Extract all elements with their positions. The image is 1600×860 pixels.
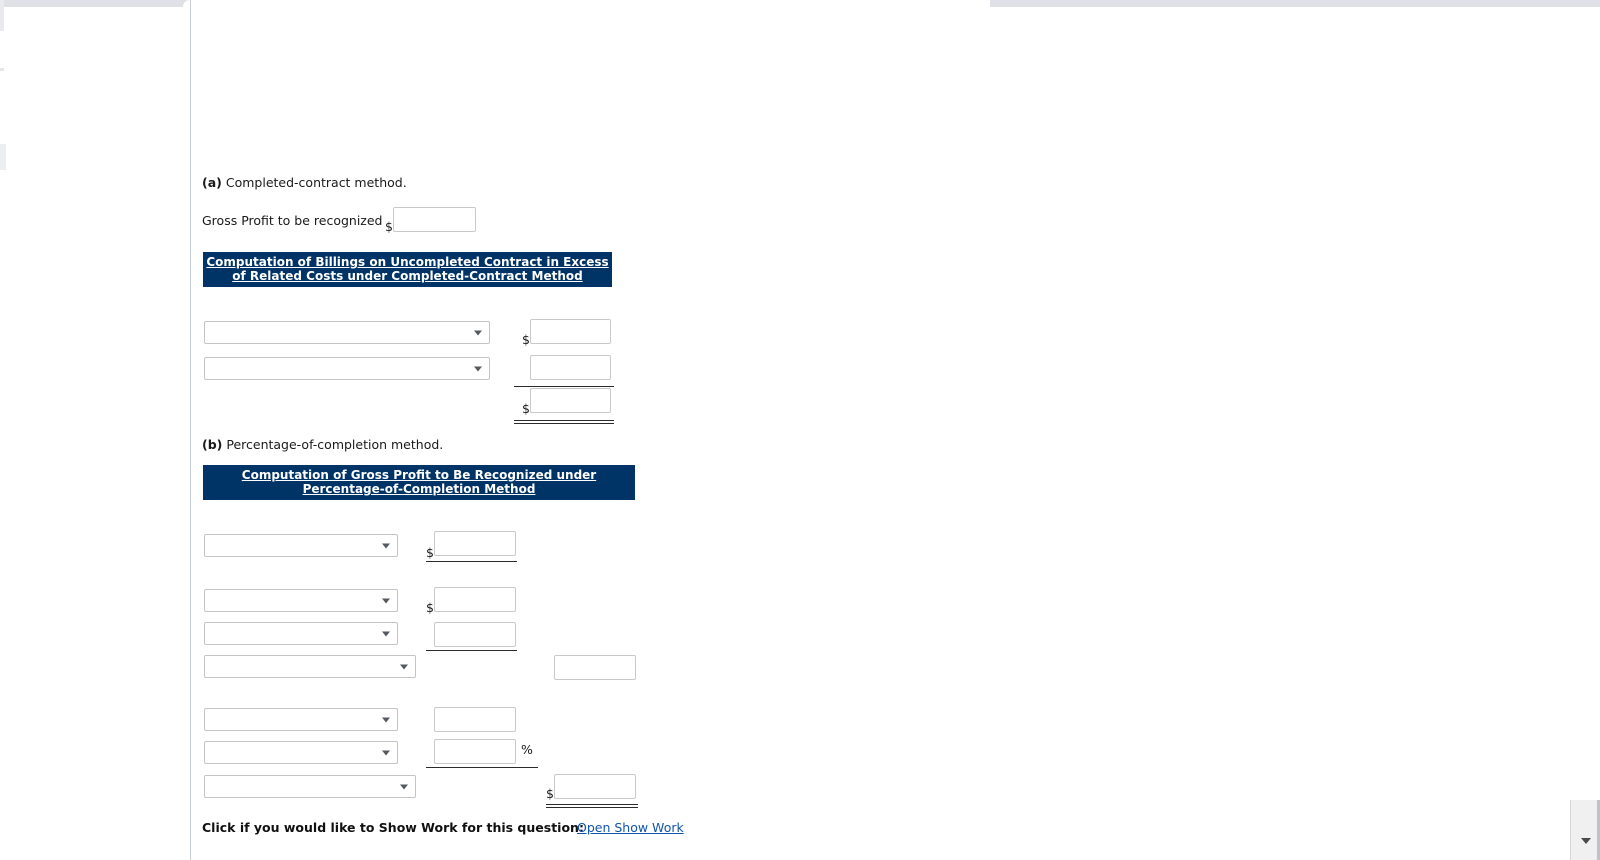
gross-profit-label: Gross Profit to be recognized (202, 213, 383, 228)
show-work-label: Click if you would like to Show Work for… (202, 820, 584, 835)
table-b-row-0-rule (426, 561, 517, 562)
table-b-row-3-amount[interactable] (554, 655, 636, 680)
table-b-row-1-currency: $ (426, 600, 434, 615)
table-b-row-4-select[interactable] (204, 708, 398, 731)
table-b-row-5-percent-symbol: % (521, 742, 533, 757)
browser-tab-strip-left-fill (0, 0, 183, 5)
table-b-row-2-rule (426, 650, 517, 651)
table-a-row-0-select[interactable] (204, 321, 490, 344)
table-b-row-5-select[interactable] (204, 741, 398, 764)
page-gutter-artifact-mid (0, 68, 4, 71)
table-a-row-0-amount[interactable] (530, 319, 611, 344)
table-b-row-1-amount[interactable] (434, 587, 516, 612)
part-a-heading: (a) Completed-contract method. (202, 175, 407, 190)
part-b-marker: (b) (202, 437, 223, 452)
banner-completed-contract: Computation of Billings on Uncompleted C… (203, 252, 612, 287)
table-a-row-2-amount[interactable] (530, 388, 611, 413)
table-a-row-0-currency: $ (522, 332, 530, 347)
question-content-frame: (a) Completed-contract method. Gross Pro… (190, 0, 990, 860)
chevron-down-icon (382, 750, 390, 755)
table-b-total-rule (546, 804, 638, 808)
part-b-heading: (b) Percentage-of-completion method. (202, 437, 443, 452)
table-b-row-0-amount[interactable] (434, 531, 516, 556)
table-a-row-1-select[interactable] (204, 357, 490, 380)
table-a-subtotal-rule (514, 386, 614, 387)
table-b-row-1-select[interactable] (204, 589, 398, 612)
table-b-row-5-rule (426, 767, 538, 768)
chevron-down-icon (382, 631, 390, 636)
table-b-row-6-amount[interactable] (554, 774, 636, 799)
table-b-row-6-select[interactable] (204, 775, 416, 798)
table-b-row-5-amount[interactable] (434, 739, 516, 764)
scrollbar-vertical[interactable] (1570, 800, 1600, 860)
chevron-down-icon (400, 664, 408, 669)
chevron-down-icon (382, 717, 390, 722)
table-b-row-2-select[interactable] (204, 622, 398, 645)
table-b-row-0-select[interactable] (204, 534, 398, 557)
banner-percentage-of-completion: Computation of Gross Profit to Be Recogn… (203, 465, 635, 500)
chevron-down-icon (382, 598, 390, 603)
table-b-row-6-currency: $ (546, 786, 554, 801)
scroll-down-arrow-icon[interactable] (1581, 838, 1591, 844)
page-gutter-artifact-low (0, 144, 6, 170)
part-a-text: Completed-contract method. (225, 175, 407, 190)
table-a-total-rule (514, 420, 614, 424)
table-b-row-2-amount[interactable] (434, 622, 516, 647)
chevron-down-icon (474, 330, 482, 335)
table-a-row-2-currency: $ (522, 401, 530, 416)
chevron-down-icon (474, 366, 482, 371)
table-a-row-1-amount[interactable] (530, 355, 611, 380)
chevron-down-icon (400, 784, 408, 789)
table-b-row-4-amount[interactable] (434, 707, 516, 732)
page-gutter-artifact-top (0, 0, 4, 31)
open-show-work-link[interactable]: Open Show Work (577, 820, 684, 835)
part-a-marker: (a) (202, 175, 222, 190)
gross-profit-input[interactable] (393, 207, 476, 232)
part-b-text: Percentage-of-completion method. (226, 437, 444, 452)
gross-profit-currency: $ (385, 219, 393, 234)
table-b-row-0-currency: $ (426, 545, 434, 560)
table-b-row-3-select[interactable] (204, 655, 416, 678)
chevron-down-icon (382, 543, 390, 548)
